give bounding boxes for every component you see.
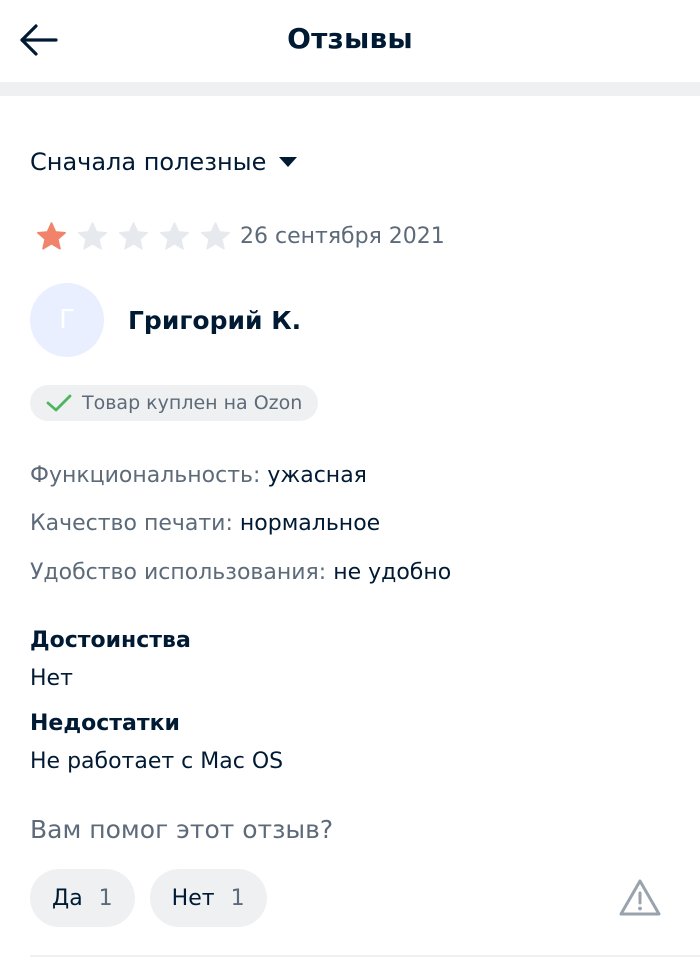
property-value: не удобно [333, 560, 452, 585]
header-divider [0, 82, 700, 96]
review-date: 26 сентября 2021 [240, 224, 445, 249]
author-name: Григорий К. [128, 305, 302, 335]
vote-yes-button[interactable]: Да 1 [30, 869, 135, 927]
star-empty-icon [78, 222, 107, 250]
sort-dropdown[interactable]: Сначала полезные [30, 148, 298, 176]
helpful-question: Вам помог этот отзыв? [30, 815, 334, 844]
report-button[interactable] [618, 878, 662, 918]
header-bar: Отзывы [0, 0, 700, 82]
review-author: Г Григорий К. [30, 283, 301, 357]
property-key: Удобство использования: [30, 560, 327, 585]
sort-label: Сначала полезные [30, 148, 267, 176]
review-rating-row: 26 сентября 2021 [36, 221, 445, 252]
vote-no-label: Нет [171, 885, 215, 911]
purchase-badge-text: Товар куплен на Ozon [82, 392, 303, 414]
star-empty-icon [160, 222, 189, 250]
vote-yes-label: Да [52, 885, 83, 911]
check-icon [46, 394, 72, 412]
bottom-divider [30, 955, 700, 957]
helpful-votes: Да 1 Нет 1 [30, 869, 267, 927]
pros-title: Достоинства [30, 628, 191, 653]
property-print-quality: Качество печати: нормальное [30, 511, 380, 536]
purchase-badge: Товар куплен на Ozon [30, 385, 319, 421]
vote-yes-count: 1 [98, 885, 113, 911]
property-value: нормальное [239, 511, 381, 536]
star-empty-icon [119, 222, 148, 250]
avatar-initial: Г [59, 305, 75, 335]
vote-no-button[interactable]: Нет 1 [149, 869, 267, 927]
pros-text: Нет [30, 666, 73, 691]
warning-icon [619, 879, 661, 916]
star-filled-icon [37, 222, 66, 250]
star-rating [36, 221, 231, 252]
cons-text: Не работает с Mac OS [30, 749, 284, 774]
property-functionality: Функциональность: ужасная [30, 463, 367, 488]
property-usability: Удобство использования: не удобно [30, 560, 451, 585]
page-title: Отзывы [287, 22, 413, 55]
property-key: Функциональность: [30, 463, 261, 488]
cons-title: Недостатки [30, 711, 180, 736]
property-key: Качество печати: [30, 511, 233, 536]
caret-down-icon [279, 157, 298, 167]
avatar: Г [30, 283, 104, 357]
vote-no-count: 1 [230, 885, 245, 911]
star-empty-icon [201, 222, 230, 250]
property-value: ужасная [267, 463, 367, 488]
